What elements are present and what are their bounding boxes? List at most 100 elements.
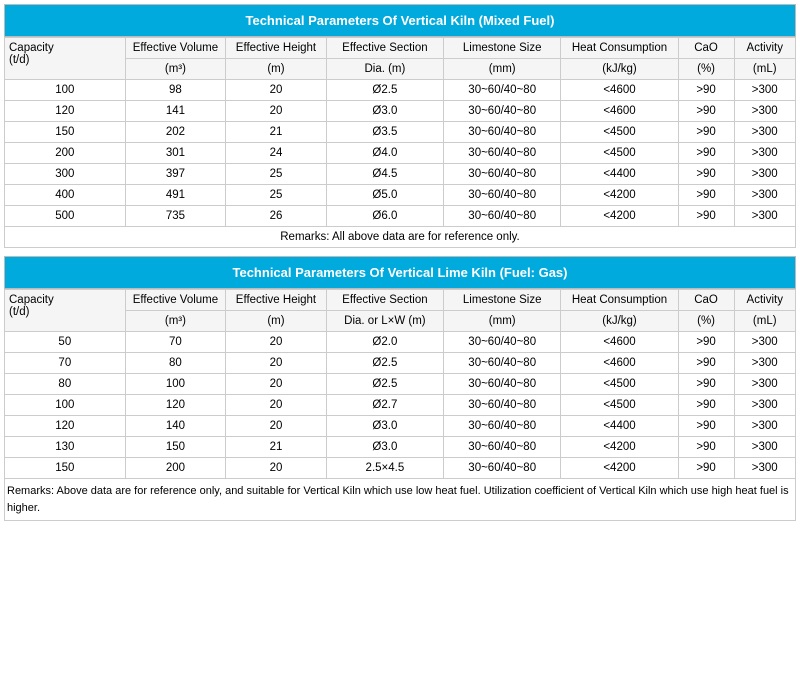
- t2-activity-2: >300: [734, 374, 796, 395]
- t2-limestone-2: 30~60/40~80: [444, 374, 561, 395]
- t2-effh-4: 20: [226, 416, 327, 437]
- table2-heat-header: Heat Consumption: [561, 290, 678, 311]
- t1-heat-1: <4600: [561, 101, 678, 122]
- table1-limestone-unit: (mm): [444, 59, 561, 80]
- t1-capacity-0: 100: [5, 80, 126, 101]
- t1-effvol-3: 301: [125, 143, 226, 164]
- t1-capacity-2: 150: [5, 122, 126, 143]
- t2-limestone-5: 30~60/40~80: [444, 437, 561, 458]
- gap: [4, 248, 796, 256]
- table2-title: Technical Parameters Of Vertical Lime Ki…: [4, 256, 796, 289]
- t1-effvol-4: 397: [125, 164, 226, 185]
- t1-effh-5: 25: [226, 185, 327, 206]
- t1-limestone-6: 30~60/40~80: [444, 206, 561, 227]
- t2-activity-3: >300: [734, 395, 796, 416]
- t2-cao-5: >90: [678, 437, 734, 458]
- t1-capacity-6: 500: [5, 206, 126, 227]
- t1-effsec-4: Ø4.5: [326, 164, 443, 185]
- t2-capacity-3: 100: [5, 395, 126, 416]
- t1-activity-0: >300: [734, 80, 796, 101]
- t1-cao-5: >90: [678, 185, 734, 206]
- bottom-remarks: Remarks: Above data are for reference on…: [4, 479, 796, 521]
- table1-effh-unit: (m): [226, 59, 327, 80]
- t2-heat-5: <4200: [561, 437, 678, 458]
- t2-activity-1: >300: [734, 353, 796, 374]
- t1-activity-6: >300: [734, 206, 796, 227]
- table2-header-row1: Capacity (t/d) Effective Volume Effectiv…: [5, 290, 796, 311]
- t1-activity-2: >300: [734, 122, 796, 143]
- t1-effh-3: 24: [226, 143, 327, 164]
- t1-effh-1: 20: [226, 101, 327, 122]
- table1-activity-header: Activity: [734, 38, 796, 59]
- table1-limestone-header: Limestone Size: [444, 38, 561, 59]
- table2-effsec-header: Effective Section: [326, 290, 443, 311]
- t2-effsec-5: Ø3.0: [326, 437, 443, 458]
- table1-capacity-header: Capacity (t/d): [5, 38, 126, 80]
- table2-heat-unit: (kJ/kg): [561, 311, 678, 332]
- t2-heat-6: <4200: [561, 458, 678, 479]
- t2-capacity-4: 120: [5, 416, 126, 437]
- t1-limestone-3: 30~60/40~80: [444, 143, 561, 164]
- t1-effh-2: 21: [226, 122, 327, 143]
- table1-effh-header: Effective Height: [226, 38, 327, 59]
- t2-effh-1: 20: [226, 353, 327, 374]
- table1-body: 100 98 20 Ø2.5 30~60/40~80 <4600 >90 >30…: [5, 80, 796, 227]
- t1-effh-6: 26: [226, 206, 327, 227]
- t1-cao-1: >90: [678, 101, 734, 122]
- table2-activity-header: Activity: [734, 290, 796, 311]
- t2-capacity-5: 130: [5, 437, 126, 458]
- t2-effsec-1: Ø2.5: [326, 353, 443, 374]
- t1-activity-5: >300: [734, 185, 796, 206]
- t2-effvol-0: 70: [125, 332, 226, 353]
- table-row: 150 202 21 Ø3.5 30~60/40~80 <4500 >90 >3…: [5, 122, 796, 143]
- t2-effvol-6: 200: [125, 458, 226, 479]
- table-row: 120 140 20 Ø3.0 30~60/40~80 <4400 >90 >3…: [5, 416, 796, 437]
- table-row: 200 301 24 Ø4.0 30~60/40~80 <4500 >90 >3…: [5, 143, 796, 164]
- table1-effvol-unit: (m³): [125, 59, 226, 80]
- t1-capacity-3: 200: [5, 143, 126, 164]
- t2-heat-0: <4600: [561, 332, 678, 353]
- t1-heat-4: <4400: [561, 164, 678, 185]
- t1-effsec-0: Ø2.5: [326, 80, 443, 101]
- t2-limestone-1: 30~60/40~80: [444, 353, 561, 374]
- table2-capacity-header: Capacity (t/d): [5, 290, 126, 332]
- table2-activity-unit: (mL): [734, 311, 796, 332]
- t1-cao-0: >90: [678, 80, 734, 101]
- table2-limestone-header: Limestone Size: [444, 290, 561, 311]
- t1-effvol-2: 202: [125, 122, 226, 143]
- t2-effsec-0: Ø2.0: [326, 332, 443, 353]
- t2-activity-0: >300: [734, 332, 796, 353]
- t2-cao-1: >90: [678, 353, 734, 374]
- t2-limestone-4: 30~60/40~80: [444, 416, 561, 437]
- t2-activity-4: >300: [734, 416, 796, 437]
- t1-capacity-4: 300: [5, 164, 126, 185]
- table2-effh-header: Effective Height: [226, 290, 327, 311]
- table1-heat-unit: (kJ/kg): [561, 59, 678, 80]
- t1-activity-3: >300: [734, 143, 796, 164]
- t2-effh-2: 20: [226, 374, 327, 395]
- t2-heat-1: <4600: [561, 353, 678, 374]
- t2-effh-3: 20: [226, 395, 327, 416]
- t1-limestone-1: 30~60/40~80: [444, 101, 561, 122]
- t1-capacity-5: 400: [5, 185, 126, 206]
- t2-cao-2: >90: [678, 374, 734, 395]
- table2-effsec-unit: Dia. or L×W (m): [326, 311, 443, 332]
- t1-heat-3: <4500: [561, 143, 678, 164]
- t2-activity-6: >300: [734, 458, 796, 479]
- table-row: 100 98 20 Ø2.5 30~60/40~80 <4600 >90 >30…: [5, 80, 796, 101]
- t1-limestone-0: 30~60/40~80: [444, 80, 561, 101]
- table1-effvol-header: Effective Volume: [125, 38, 226, 59]
- t1-effh-4: 25: [226, 164, 327, 185]
- t2-effvol-2: 100: [125, 374, 226, 395]
- table1-header-row1: Capacity (t/d) Effective Volume Effectiv…: [5, 38, 796, 59]
- t2-heat-2: <4500: [561, 374, 678, 395]
- t2-effvol-3: 120: [125, 395, 226, 416]
- table-row: 50 70 20 Ø2.0 30~60/40~80 <4600 >90 >300: [5, 332, 796, 353]
- t2-limestone-0: 30~60/40~80: [444, 332, 561, 353]
- table2-body: 50 70 20 Ø2.0 30~60/40~80 <4600 >90 >300…: [5, 332, 796, 479]
- table1: Capacity (t/d) Effective Volume Effectiv…: [4, 37, 796, 248]
- t1-cao-3: >90: [678, 143, 734, 164]
- table-row: 80 100 20 Ø2.5 30~60/40~80 <4500 >90 >30…: [5, 374, 796, 395]
- table2-limestone-unit: (mm): [444, 311, 561, 332]
- t2-effsec-6: 2.5×4.5: [326, 458, 443, 479]
